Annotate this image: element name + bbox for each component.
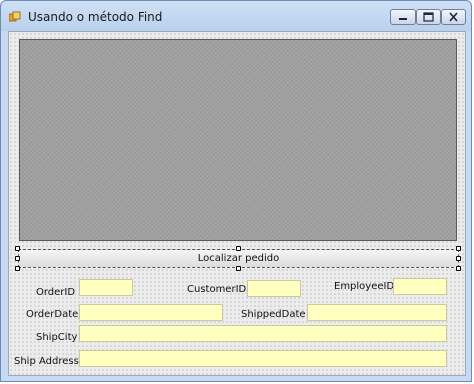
shipped-date-label: ShippedDate [241, 309, 306, 320]
employee-id-field[interactable] [393, 278, 447, 295]
minimize-icon [399, 18, 407, 20]
customer-id-field[interactable] [247, 280, 301, 297]
resize-handle-bottom-left[interactable] [15, 266, 20, 271]
maximize-icon [423, 12, 434, 22]
resize-handle-middle-right[interactable] [456, 256, 461, 261]
order-date-label: OrderDate [26, 309, 79, 320]
ship-city-field[interactable] [79, 325, 447, 342]
minimize-button[interactable] [390, 9, 416, 25]
close-button[interactable] [441, 9, 466, 25]
app-icon [9, 11, 21, 22]
window-title: Usando o método Find [28, 10, 163, 24]
title-bar[interactable]: Usando o método Find [1, 1, 471, 31]
customer-id-label: CustomerID [187, 284, 247, 295]
resize-handle-bottom-center[interactable] [236, 266, 241, 271]
app-window: Usando o método Find Localizar pedido Or… [0, 0, 472, 382]
order-id-label: OrderID [36, 287, 76, 298]
resize-handle-middle-left[interactable] [15, 256, 20, 261]
resize-handle-top-left[interactable] [15, 246, 20, 251]
ship-address-label: Ship Address [14, 356, 79, 367]
shipped-date-field[interactable] [307, 304, 447, 321]
employee-id-label: EmployeeID [334, 281, 395, 292]
order-date-field[interactable] [79, 304, 223, 321]
form-client-area: Localizar pedido OrderID CustomerID Empl… [8, 31, 466, 376]
maximize-button[interactable] [416, 9, 441, 25]
close-icon [449, 12, 458, 22]
resize-handle-bottom-right[interactable] [456, 266, 461, 271]
resize-handle-top-center[interactable] [236, 246, 241, 251]
resize-handle-top-right[interactable] [456, 246, 461, 251]
ship-address-field[interactable] [79, 350, 447, 367]
ship-city-label: ShipCity [36, 332, 78, 343]
order-id-field[interactable] [79, 279, 133, 296]
data-grid[interactable] [19, 39, 457, 241]
